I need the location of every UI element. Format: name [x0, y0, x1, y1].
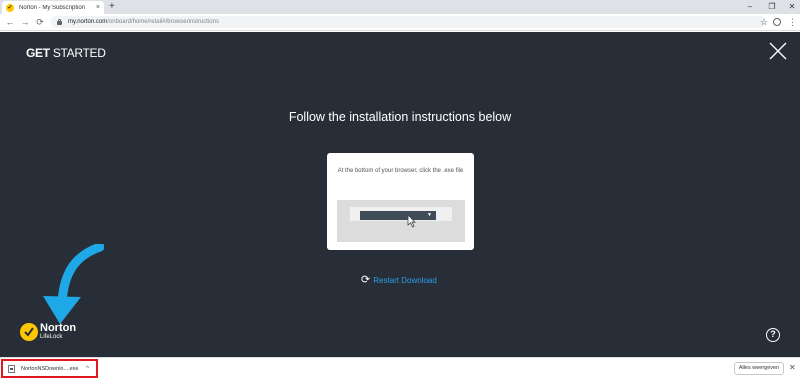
close-icon[interactable]	[768, 41, 788, 61]
file-icon	[8, 364, 15, 373]
shelf-close-icon[interactable]: ✕	[789, 363, 796, 373]
norton-favicon-icon: ✓	[6, 3, 14, 12]
download-shelf: NortonNSDownlo....exe ^ Alles weergeven …	[0, 357, 800, 378]
page-content: GET STARTED Follow the installation inst…	[0, 32, 800, 357]
page-heading: Follow the installation instructions bel…	[288, 110, 512, 124]
back-button[interactable]: ←	[4, 16, 16, 28]
instruction-card: At the bottom of your browser, click the…	[327, 153, 474, 250]
brand-bold: GET	[26, 46, 50, 60]
help-icon[interactable]: ?	[766, 328, 780, 342]
arrow-down-left-icon	[43, 244, 104, 324]
browser-tab[interactable]: ✓ Norton - My Subscription ×	[2, 1, 104, 14]
norton-check-icon	[20, 323, 38, 341]
tab-title: Norton - My Subscription	[19, 4, 86, 11]
tab-close-icon[interactable]: ×	[96, 4, 100, 11]
download-item[interactable]: NortonNSDownlo....exe ^	[1, 359, 98, 378]
window-close-button[interactable]: ✕	[785, 1, 799, 12]
chevron-up-icon[interactable]: ^	[86, 366, 89, 372]
logo-lifelock-text: LifeLock	[40, 334, 63, 340]
account-icon[interactable]	[773, 18, 781, 26]
url-host: my.norton.com	[68, 19, 108, 25]
download-bar-illustration: ▼	[337, 200, 465, 242]
reload-button[interactable]: ⟳	[34, 16, 46, 28]
forward-button[interactable]: →	[19, 16, 31, 28]
restore-button[interactable]: ❐	[765, 1, 779, 12]
refresh-icon: ⟳	[361, 274, 371, 286]
restart-download-link[interactable]: ⟳ Restart Download	[361, 274, 437, 286]
new-tab-button[interactable]: +	[109, 1, 115, 13]
url-path: /onboard/home/retail#/browserinstruction…	[107, 19, 219, 25]
page-brand-title: GET STARTED	[26, 46, 106, 60]
illustration-shelf: ▼	[350, 207, 452, 221]
address-bar[interactable]: my.norton.com /onboard/home/retail#/brow…	[51, 16, 766, 28]
logo-norton-text: Norton	[40, 322, 77, 334]
tab-strip: ✓ Norton - My Subscription × + – ❐ ✕	[0, 0, 800, 14]
minimize-button[interactable]: –	[743, 1, 757, 12]
bookmark-star-icon[interactable]: ☆	[760, 16, 768, 28]
instruction-text: At the bottom of your browser, click the…	[337, 168, 464, 174]
lock-icon	[57, 19, 62, 25]
norton-lifelock-logo: Norton LifeLock	[20, 323, 76, 341]
brand-rest: STARTED	[49, 46, 106, 60]
browser-menu-icon[interactable]: ⋮	[788, 16, 797, 28]
show-all-button[interactable]: Alles weergeven	[734, 362, 784, 375]
illustration-download-item: ▼	[360, 211, 436, 220]
browser-toolbar: ← → ⟳ my.norton.com /onboard/home/retail…	[0, 14, 800, 31]
download-file-name: NortonNSDownlo....exe	[21, 365, 79, 372]
restart-download-label: Restart Download	[373, 275, 437, 285]
mouse-cursor-icon	[407, 214, 416, 228]
dropdown-arrow-icon: ▼	[427, 212, 432, 218]
